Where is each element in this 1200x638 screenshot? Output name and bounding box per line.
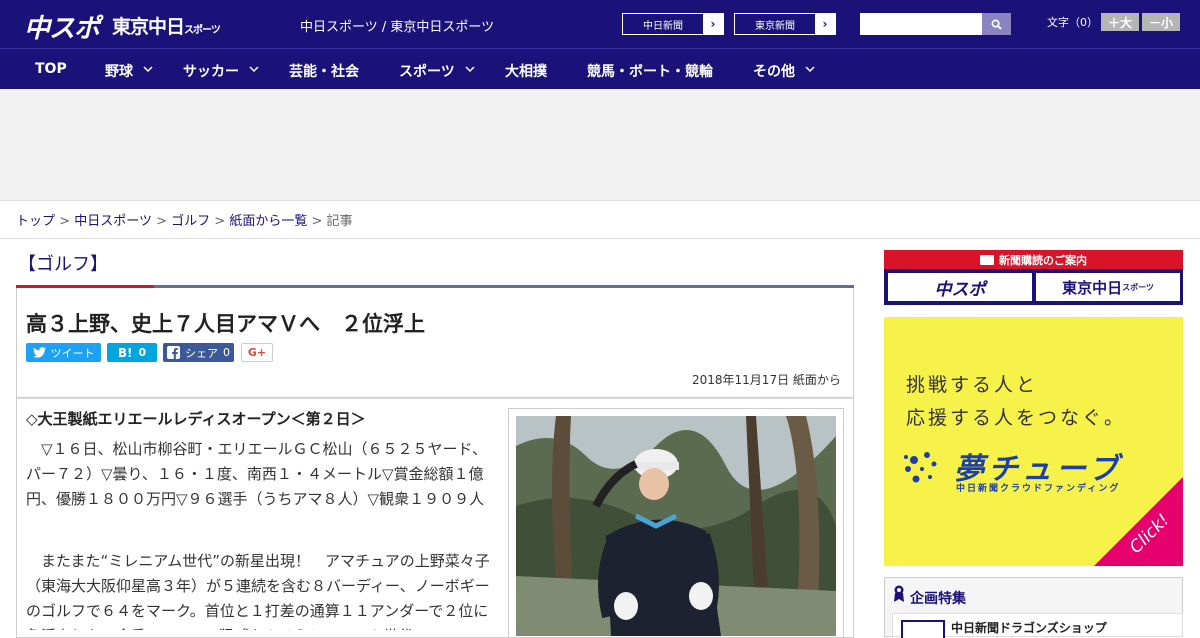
article-paragraph-1: ▽１６日、松山市柳谷町・エリエールＧＣ松山（６５２５ヤード、パー７２）▽曇り、１…: [26, 440, 487, 508]
banner-line-2: 応援する人をつなぐ。: [906, 407, 1127, 429]
tweet-label: ツイート: [50, 346, 95, 360]
divider: [0, 238, 1200, 239]
article-paragraph-2-clip: またまた“ミレニアム世代”の新星出現！ アマチュアの上野菜々子（東海大大阪仰星高…: [26, 549, 494, 630]
chevron-down-icon: [805, 66, 815, 73]
nav-item-baseball[interactable]: 野球: [105, 61, 133, 81]
hatena-bookmark-button[interactable]: B! 0: [107, 343, 157, 362]
dragons-shop-logo-icon: [901, 620, 945, 638]
breadcrumb-separator: >: [156, 214, 167, 229]
golfer-photo-image: [516, 416, 836, 636]
article-photo[interactable]: [516, 416, 836, 636]
nav-item-entertainment[interactable]: 芸能・社会: [289, 61, 359, 81]
breadcrumb-current: 記事: [326, 214, 353, 229]
facebook-share-label: シェア: [185, 346, 218, 360]
breadcrumb: トップ > 中日スポーツ > ゴルフ > 紙面から一覧 > 記事: [16, 210, 353, 229]
nav-item-sumo[interactable]: 大相撲: [505, 61, 547, 81]
facebook-share-button[interactable]: シェア 0: [163, 343, 234, 362]
article-paragraph-2: またまた“ミレニアム世代”の新星出現！ アマチュアの上野菜々子（東海大大阪仰星高…: [26, 552, 490, 630]
subscribe-tokyo-chunichi-label: 東京中日: [1062, 278, 1123, 297]
subscribe-chuspo-button[interactable]: 中スポ: [888, 273, 1032, 301]
breadcrumb-separator: >: [214, 214, 226, 229]
nav-item-sports[interactable]: スポーツ: [399, 61, 455, 81]
subscribe-tokyo-chunichi-button[interactable]: 東京中日 スポーツ: [1036, 273, 1180, 301]
chevron-down-icon: [465, 66, 475, 73]
search-input[interactable]: [860, 13, 982, 35]
nav-item-racing[interactable]: 競馬・ボート・競輪: [587, 61, 713, 81]
article-headline: 高３上野、史上７人目アマＶへ ２位浮上: [26, 312, 425, 336]
chunichi-shimbun-button[interactable]: 中日新聞 ›: [622, 13, 724, 35]
category-title: 【ゴルフ】: [18, 254, 108, 275]
twitter-icon: [32, 347, 46, 358]
yume-tube-banner[interactable]: [884, 317, 1183, 566]
feature-item[interactable]: 中日新聞ドラゴンズショップ: [892, 613, 1183, 638]
logo-tokyo-chunichi-text: 東京中日: [112, 16, 185, 38]
font-bigger-button[interactable]: ＋大: [1101, 13, 1139, 31]
breadcrumb-separator: >: [311, 214, 323, 229]
ad-placeholder: [0, 89, 1200, 201]
subscribe-title-text: 新聞購読のご案内: [999, 253, 1087, 267]
article-subhead: ◇大王製紙エリエールレディスオープン＜第２日＞: [26, 410, 366, 428]
search-icon: [991, 19, 1002, 30]
chevron-down-icon: [143, 66, 153, 73]
tokyo-shimbun-button[interactable]: 東京新聞 ›: [734, 13, 836, 35]
logo-tokyo-chunichi-small: スポーツ: [184, 25, 221, 36]
hatena-bookmark-icon: B!: [117, 345, 133, 360]
article-date: 2018年11月17日 紙面から: [692, 373, 841, 387]
banner-line-1: 挑戦する人と: [906, 374, 1039, 396]
subscribe-tokyo-chunichi-small: スポーツ: [1122, 282, 1154, 292]
breadcrumb-separator: >: [59, 214, 71, 229]
google-plus-button[interactable]: G+: [241, 343, 273, 362]
search-button[interactable]: [982, 13, 1011, 35]
hatena-count: 0: [138, 346, 147, 359]
logo-chunichi-sports[interactable]: 中スポ: [24, 8, 100, 45]
ribbon-icon: [894, 585, 904, 602]
feature-item-label: 中日新聞ドラゴンズショップ: [951, 621, 1107, 635]
nav-item-soccer[interactable]: サッカー: [183, 61, 239, 81]
feature-title: 企画特集: [910, 591, 966, 607]
tweet-button[interactable]: ツイート: [26, 343, 101, 362]
facebook-count: 0: [223, 346, 230, 359]
newspaper-icon: [980, 254, 994, 265]
breadcrumb-chunichi-sports[interactable]: 中日スポーツ: [74, 214, 152, 229]
nav-item-top[interactable]: TOP: [35, 61, 67, 77]
tokyo-shimbun-label: 東京新聞: [755, 20, 795, 32]
logo-tokyo-chunichi-sports[interactable]: 東京中日スポーツ: [112, 12, 221, 39]
chunichi-shimbun-label: 中日新聞: [643, 20, 683, 32]
font-smaller-button[interactable]: －小: [1142, 13, 1180, 31]
breadcrumb-top[interactable]: トップ: [16, 214, 55, 229]
facebook-icon: [167, 346, 180, 359]
site-links[interactable]: 中日スポーツ / 東京中日スポーツ: [300, 16, 494, 35]
chevron-right-icon: ›: [815, 14, 835, 34]
chevron-right-icon: ›: [703, 14, 723, 34]
banner-decoration: [904, 452, 1183, 566]
subscribe-title: 新聞購読のご案内: [884, 250, 1183, 269]
breadcrumb-paper-list[interactable]: 紙面から一覧: [229, 214, 307, 229]
banner-brand-sub: 中日新聞クラウドファンディング: [956, 484, 1121, 494]
nav-item-other[interactable]: その他: [753, 61, 795, 81]
chevron-down-icon: [249, 66, 259, 73]
font-size-label: 文字（0）: [1047, 16, 1098, 29]
breadcrumb-golf[interactable]: ゴルフ: [171, 214, 210, 229]
